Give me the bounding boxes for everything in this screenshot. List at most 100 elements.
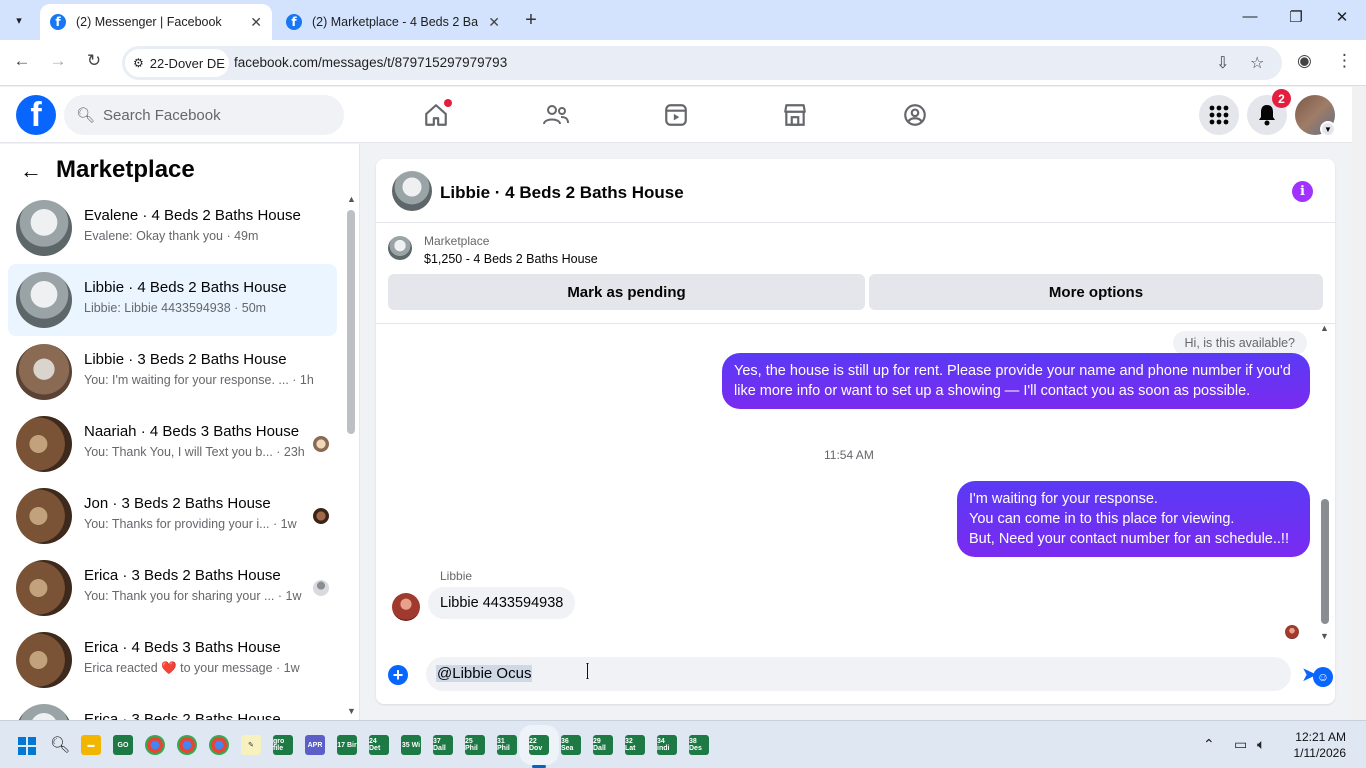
send-icon[interactable]: ➤ xyxy=(1301,662,1318,687)
taskbar-app[interactable]: 32 Lat xyxy=(625,735,645,755)
sidebar-title: Marketplace xyxy=(56,156,195,183)
taskbar-app[interactable]: GO xyxy=(113,735,133,755)
minimize-button[interactable]: — xyxy=(1238,8,1262,25)
chrome-icon[interactable] xyxy=(177,735,197,755)
listing-price-title[interactable]: $1,250 - 4 Beds 2 Baths House xyxy=(424,252,598,266)
taskbar-app[interactable]: 24 Det xyxy=(369,735,389,755)
conversation-item[interactable]: Evalene · 4 Beds 2 Baths House Evalene: … xyxy=(8,192,337,264)
listing-thumbnail xyxy=(16,344,72,400)
marketplace-icon[interactable] xyxy=(777,97,813,133)
chrome-icon[interactable] xyxy=(145,735,165,755)
file-explorer-icon[interactable]: ▬ xyxy=(81,735,101,755)
scroll-up-arrow[interactable]: ▲ xyxy=(1320,323,1329,333)
listing-thumbnail[interactable] xyxy=(388,236,412,260)
restore-button[interactable]: ❐ xyxy=(1284,8,1308,26)
conversation-title: Libbie · 3 Beds 2 Baths House xyxy=(84,351,287,368)
browser-tabstrip: ▾ f (2) Messenger | Facebook ✕ f (2) Mar… xyxy=(0,0,1366,40)
message-input-text[interactable]: @Libbie Ocus xyxy=(436,665,533,682)
seen-avatar xyxy=(1285,625,1299,639)
conversation-item[interactable]: Naariah · 4 Beds 3 Baths House You: Than… xyxy=(8,408,337,480)
address-bar-row: ← → ↻ ⚙ 22-Dover DE facebook.com/message… xyxy=(0,40,1366,86)
taskbar-app[interactable]: 36 Sea xyxy=(561,735,581,755)
network-icon[interactable]: ▭ xyxy=(1234,736,1247,753)
menu-kebab-icon[interactable]: ⋮ xyxy=(1336,51,1353,71)
taskbar-app[interactable]: 31 Phil xyxy=(497,735,517,755)
facebook-logo[interactable]: f xyxy=(16,95,56,135)
conversation-preview: You: I'm waiting for your response. ... … xyxy=(84,373,314,387)
install-app-icon[interactable]: ⇩ xyxy=(1216,53,1229,73)
taskbar-app[interactable]: 25 Phil xyxy=(465,735,485,755)
taskbar-app[interactable]: 34 indi xyxy=(657,735,677,755)
conversation-item[interactable]: Erica · 4 Beds 3 Baths House Erica react… xyxy=(8,624,337,696)
message-input[interactable]: @Libbie Ocus ☺ xyxy=(426,657,1333,691)
scroll-up-arrow[interactable]: ▲ xyxy=(347,194,356,204)
site-chip-label: 22-Dover DE xyxy=(149,55,225,71)
omnibox[interactable]: ⚙ 22-Dover DE facebook.com/messages/t/87… xyxy=(122,46,1282,80)
search-input[interactable] xyxy=(103,106,324,124)
conversation-item-selected[interactable]: Libbie · 4 Beds 2 Baths House Libbie: Li… xyxy=(8,264,337,336)
friends-icon[interactable] xyxy=(538,97,574,133)
gaming-icon[interactable] xyxy=(897,97,933,133)
mark-as-pending-button[interactable]: Mark as pending xyxy=(388,274,865,310)
back-arrow-icon[interactable]: ← xyxy=(20,158,42,184)
chat-listing-avatar[interactable] xyxy=(392,171,432,211)
chrome-icon[interactable] xyxy=(209,735,229,755)
page-scrollbar[interactable] xyxy=(1352,87,1366,720)
sidebar-scrollbar[interactable] xyxy=(347,210,355,434)
more-options-button[interactable]: More options xyxy=(869,274,1323,310)
windows-start-icon[interactable] xyxy=(18,737,36,755)
close-window-button[interactable]: ✕ xyxy=(1330,8,1354,26)
close-tab-icon[interactable]: ✕ xyxy=(488,14,500,31)
taskbar-app[interactable]: 37 Dall xyxy=(433,735,453,755)
facebook-search[interactable]: 🔍︎ xyxy=(64,95,344,135)
menu-grid-icon[interactable] xyxy=(1199,95,1239,135)
info-icon[interactable]: i xyxy=(1292,181,1313,202)
url-text[interactable]: facebook.com/messages/t/879715297979793 xyxy=(234,55,507,70)
clock-time: 12:21 AM xyxy=(1295,730,1346,744)
conversation-item[interactable]: Erica · 3 Beds 2 Baths House xyxy=(8,696,337,720)
facebook-favicon-icon: f xyxy=(286,14,302,30)
chat-scrollbar[interactable] xyxy=(1321,499,1329,624)
taskbar-app[interactable]: gro file xyxy=(273,735,293,755)
reload-button[interactable]: ↻ xyxy=(82,51,106,71)
site-info-chip[interactable]: ⚙ 22-Dover DE xyxy=(125,49,229,77)
taskbar-app[interactable]: 35 Wi xyxy=(401,735,421,755)
plus-icon[interactable]: + xyxy=(388,665,408,685)
conversation-item[interactable]: Erica · 3 Beds 2 Baths House You: Thank … xyxy=(8,552,337,624)
taskbar-app[interactable]: 29 Dall xyxy=(593,735,613,755)
tab-messenger[interactable]: f (2) Messenger | Facebook ✕ xyxy=(40,4,272,40)
close-tab-icon[interactable]: ✕ xyxy=(250,14,262,31)
message-bubble-incoming: Libbie 4433594938 xyxy=(428,587,576,619)
tab-marketplace[interactable]: f (2) Marketplace - 4 Beds 2 Bath ✕ xyxy=(276,4,510,40)
bookmark-star-icon[interactable]: ☆ xyxy=(1250,53,1264,73)
taskbar-app[interactable]: APR xyxy=(305,735,325,755)
video-icon[interactable] xyxy=(658,97,694,133)
chat-title[interactable]: Libbie · 4 Beds 2 Baths House xyxy=(440,183,684,203)
chevron-up-icon[interactable]: ⌃ xyxy=(1203,736,1215,753)
conversation-preview: You: Thank You, I will Text you b... · 2… xyxy=(84,445,305,459)
conversation-title: Naariah · 4 Beds 3 Baths House xyxy=(84,423,300,440)
taskbar-app[interactable]: 17 Bir xyxy=(337,735,357,755)
scroll-down-arrow[interactable]: ▼ xyxy=(347,706,356,716)
conversation-item[interactable]: Jon · 3 Beds 2 Baths House You: Thanks f… xyxy=(8,480,337,552)
profile-icon[interactable]: ◉ xyxy=(1297,51,1312,71)
back-button[interactable]: ← xyxy=(10,51,34,71)
scroll-down-arrow[interactable]: ▼ xyxy=(1320,631,1329,641)
taskbar-search-icon[interactable]: 🔍︎ xyxy=(50,735,70,755)
message-timestamp: 11:54 AM xyxy=(824,448,874,462)
notepad-icon[interactable]: ✎ xyxy=(241,735,261,755)
taskbar-app[interactable]: 38 Des xyxy=(689,735,709,755)
taskbar-clock[interactable]: 12:21 AM 1/11/2026 xyxy=(1290,729,1347,761)
chevron-down-icon[interactable]: ▼ xyxy=(1320,121,1336,137)
tab-title: (2) Marketplace - 4 Beds 2 Bath xyxy=(312,15,478,29)
taskbar-app-active[interactable]: 22 Dov xyxy=(519,725,559,765)
message-bubble-outgoing: I'm waiting for your response. You can c… xyxy=(957,481,1310,557)
marketplace-listing-bar: Marketplace $1,250 - 4 Beds 2 Baths Hous… xyxy=(376,224,1335,324)
tab-search-chevron-icon[interactable]: ▾ xyxy=(6,8,32,32)
forward-button[interactable]: → xyxy=(46,51,70,71)
volume-icon[interactable]: 🔈︎ xyxy=(1257,736,1265,753)
home-notification-dot xyxy=(444,99,452,107)
sender-avatar[interactable] xyxy=(392,593,420,621)
new-tab-button[interactable]: + xyxy=(520,9,542,32)
conversation-item[interactable]: Libbie · 3 Beds 2 Baths House You: I'm w… xyxy=(8,336,337,408)
